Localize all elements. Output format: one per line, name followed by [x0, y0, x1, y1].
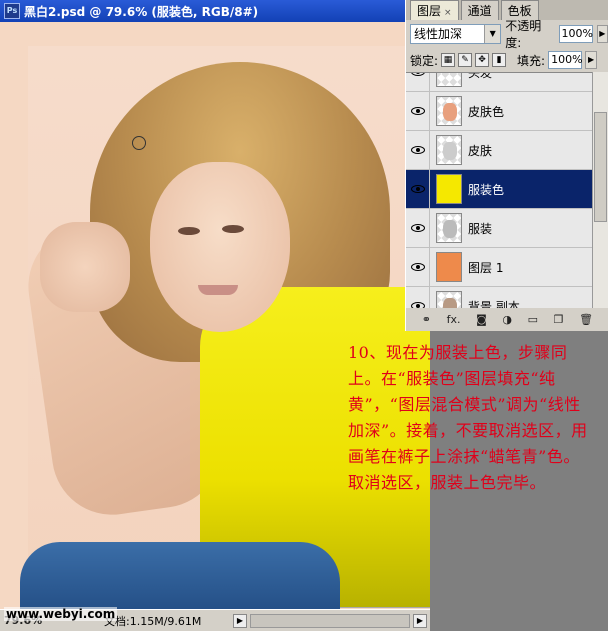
scroll-right-icon[interactable]: ▶	[413, 613, 427, 628]
layers-panel: 图层 × 通道 色板 线性加深 ▼ 不透明度: 100% ▶ 锁定: ▦ ✎ ✥ …	[405, 0, 608, 331]
fx-icon[interactable]: fx.	[447, 313, 461, 326]
photo-eye-right	[222, 225, 244, 233]
blend-mode-select[interactable]: 线性加深 ▼	[410, 24, 502, 44]
document-canvas[interactable]	[0, 22, 430, 609]
fill-label: 填充:	[517, 53, 546, 68]
layers-list: 头发皮肤色皮肤服装色服装图层 1 背景 副本	[406, 72, 608, 308]
opacity-label: 不透明度:	[505, 19, 542, 50]
thumbnail-shape	[443, 220, 457, 238]
layers-toolbar: ⚭ fx. ◙ ◑ ▭ ❐ 🗑	[406, 308, 608, 331]
thumbnail-shape	[443, 103, 457, 121]
blend-mode-value: 线性加深	[414, 27, 463, 41]
lock-move-icon[interactable]: ✥	[475, 53, 490, 67]
eye-icon[interactable]	[406, 208, 430, 248]
horizontal-scrollbar[interactable]	[250, 613, 410, 628]
chevron-down-icon[interactable]: ▼	[484, 25, 501, 43]
layer-name: 服装	[468, 221, 493, 236]
lock-paint-icon[interactable]: ✎	[458, 53, 473, 67]
layer-row[interactable]: 皮肤色	[406, 91, 608, 131]
close-icon[interactable]: ×	[444, 8, 452, 18]
layer-thumbnail	[436, 96, 462, 126]
group-folder-icon[interactable]: ▭	[528, 313, 538, 326]
layer-row[interactable]: 服装	[406, 208, 608, 248]
eye-icon[interactable]	[406, 286, 430, 308]
lock-transparent-icon[interactable]: ▦	[441, 53, 456, 67]
link-icon[interactable]: ⚭	[422, 313, 431, 326]
layer-name: 皮肤色	[468, 104, 505, 119]
layer-thumbnail	[436, 213, 462, 243]
tab-layers[interactable]: 图层 ×	[410, 0, 459, 20]
tab-channels-label: 通道	[467, 4, 492, 18]
layer-thumbnail	[436, 174, 462, 204]
trash-icon[interactable]: 🗑	[579, 313, 593, 326]
mask-icon[interactable]: ◙	[476, 313, 487, 326]
document-title: 黑白2.psd @ 79.6% (服装色, RGB/8#)	[24, 4, 259, 19]
brush-cursor-icon	[132, 136, 146, 150]
photoshop-window: Ps 黑白2.psd @ 79.6% (服装色, RGB/8#) 79.6% 文…	[0, 0, 608, 631]
photoshop-icon: Ps	[4, 3, 20, 19]
lock-all-icon[interactable]: ▮	[492, 53, 507, 67]
lock-row: 锁定: ▦ ✎ ✥ ▮ 填充: 100% ▶	[406, 48, 608, 72]
watermark: www.webyi.com	[4, 607, 118, 621]
opacity-slider-arrow-icon[interactable]: ▶	[596, 25, 608, 43]
status-menu-arrow-icon[interactable]: ▶	[233, 613, 247, 628]
eye-icon[interactable]	[406, 91, 430, 131]
tab-channels[interactable]: 通道	[460, 0, 499, 20]
layer-thumbnail	[436, 135, 462, 165]
opacity-input[interactable]: 100%	[558, 25, 593, 43]
layer-name: 皮肤	[468, 143, 493, 158]
tab-swatches-label: 色板	[507, 4, 532, 18]
layer-name: 头发	[468, 72, 493, 80]
new-layer-icon[interactable]: ❐	[554, 313, 564, 326]
layers-scrollbar[interactable]	[592, 72, 608, 308]
thumbnail-shape	[443, 298, 457, 308]
photo-eye-left	[178, 227, 200, 235]
photo-hand	[40, 222, 130, 312]
eye-icon[interactable]	[406, 169, 430, 209]
layer-row[interactable]: 背景 副本	[406, 286, 608, 309]
layer-row[interactable]: 图层 1	[406, 247, 608, 287]
lock-label: 锁定:	[410, 53, 439, 68]
photo-face	[150, 162, 290, 332]
layer-row[interactable]: 服装色	[406, 169, 608, 209]
layer-row[interactable]: 皮肤	[406, 130, 608, 170]
layer-thumbnail	[436, 73, 462, 87]
eye-icon[interactable]	[406, 130, 430, 170]
fill-slider-arrow-icon[interactable]: ▶	[585, 51, 598, 69]
adjustment-icon[interactable]: ◑	[502, 313, 512, 326]
eye-icon[interactable]	[406, 73, 430, 92]
layer-row[interactable]: 头发	[406, 72, 608, 92]
document-title-bar[interactable]: Ps 黑白2.psd @ 79.6% (服装色, RGB/8#)	[0, 0, 412, 22]
photo-mouth	[198, 285, 238, 295]
eye-icon[interactable]	[406, 247, 430, 287]
layer-name: 图层 1	[468, 260, 504, 275]
photo-jeans	[20, 542, 340, 609]
layer-name: 服装色	[468, 182, 505, 197]
layers-scroll-thumb[interactable]	[594, 112, 607, 222]
instruction-text: 10、现在为服装上色，步骤同上。在“服装色”图层填充“纯黄”，“图层混合模式”调…	[348, 343, 588, 492]
thumbnail-shape	[443, 142, 457, 160]
layer-name: 背景 副本	[468, 299, 520, 309]
blend-row: 线性加深 ▼ 不透明度: 100% ▶	[406, 19, 608, 50]
fill-input[interactable]: 100%	[548, 51, 583, 69]
layer-thumbnail	[436, 252, 462, 282]
tab-layers-label: 图层	[417, 4, 442, 18]
layer-thumbnail	[436, 291, 462, 308]
